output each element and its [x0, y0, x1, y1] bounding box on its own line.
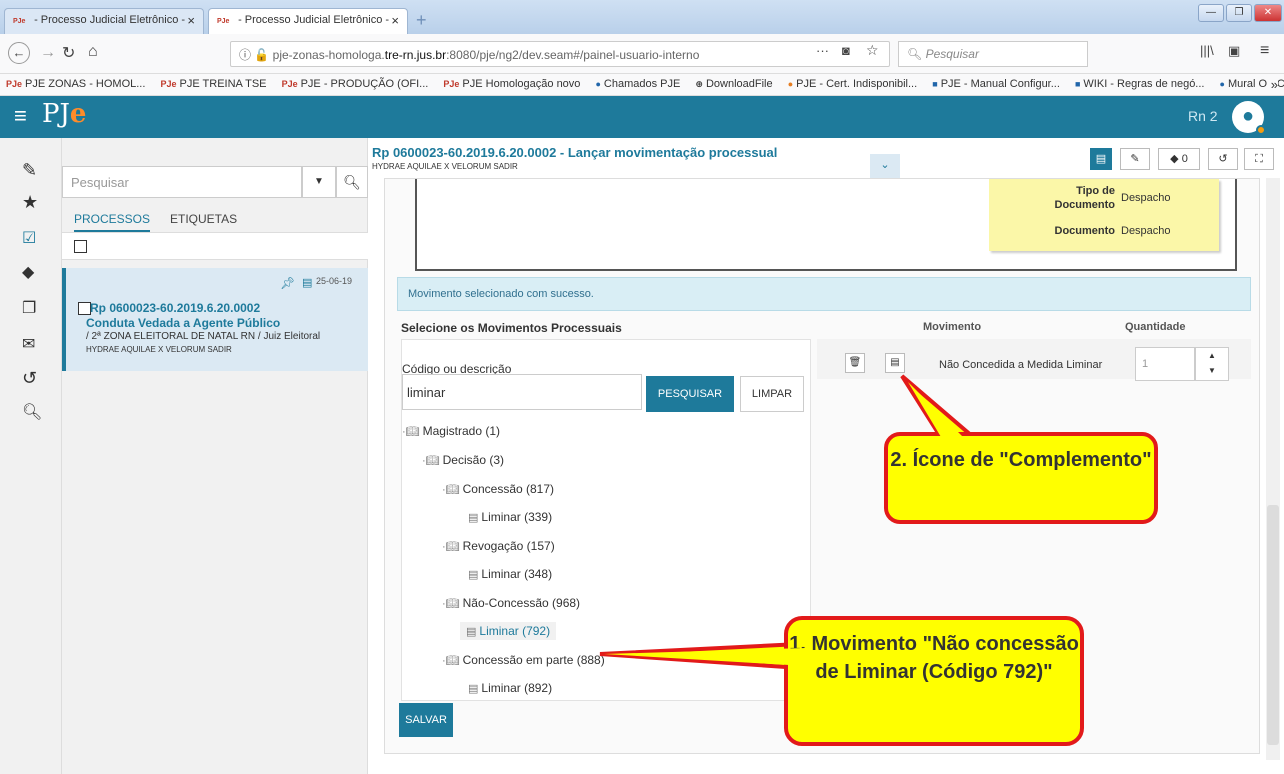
callout-2-pointer-fill — [908, 382, 968, 442]
callout-1-pointer-fill — [604, 648, 806, 666]
callout-pointer-joins — [604, 382, 968, 666]
